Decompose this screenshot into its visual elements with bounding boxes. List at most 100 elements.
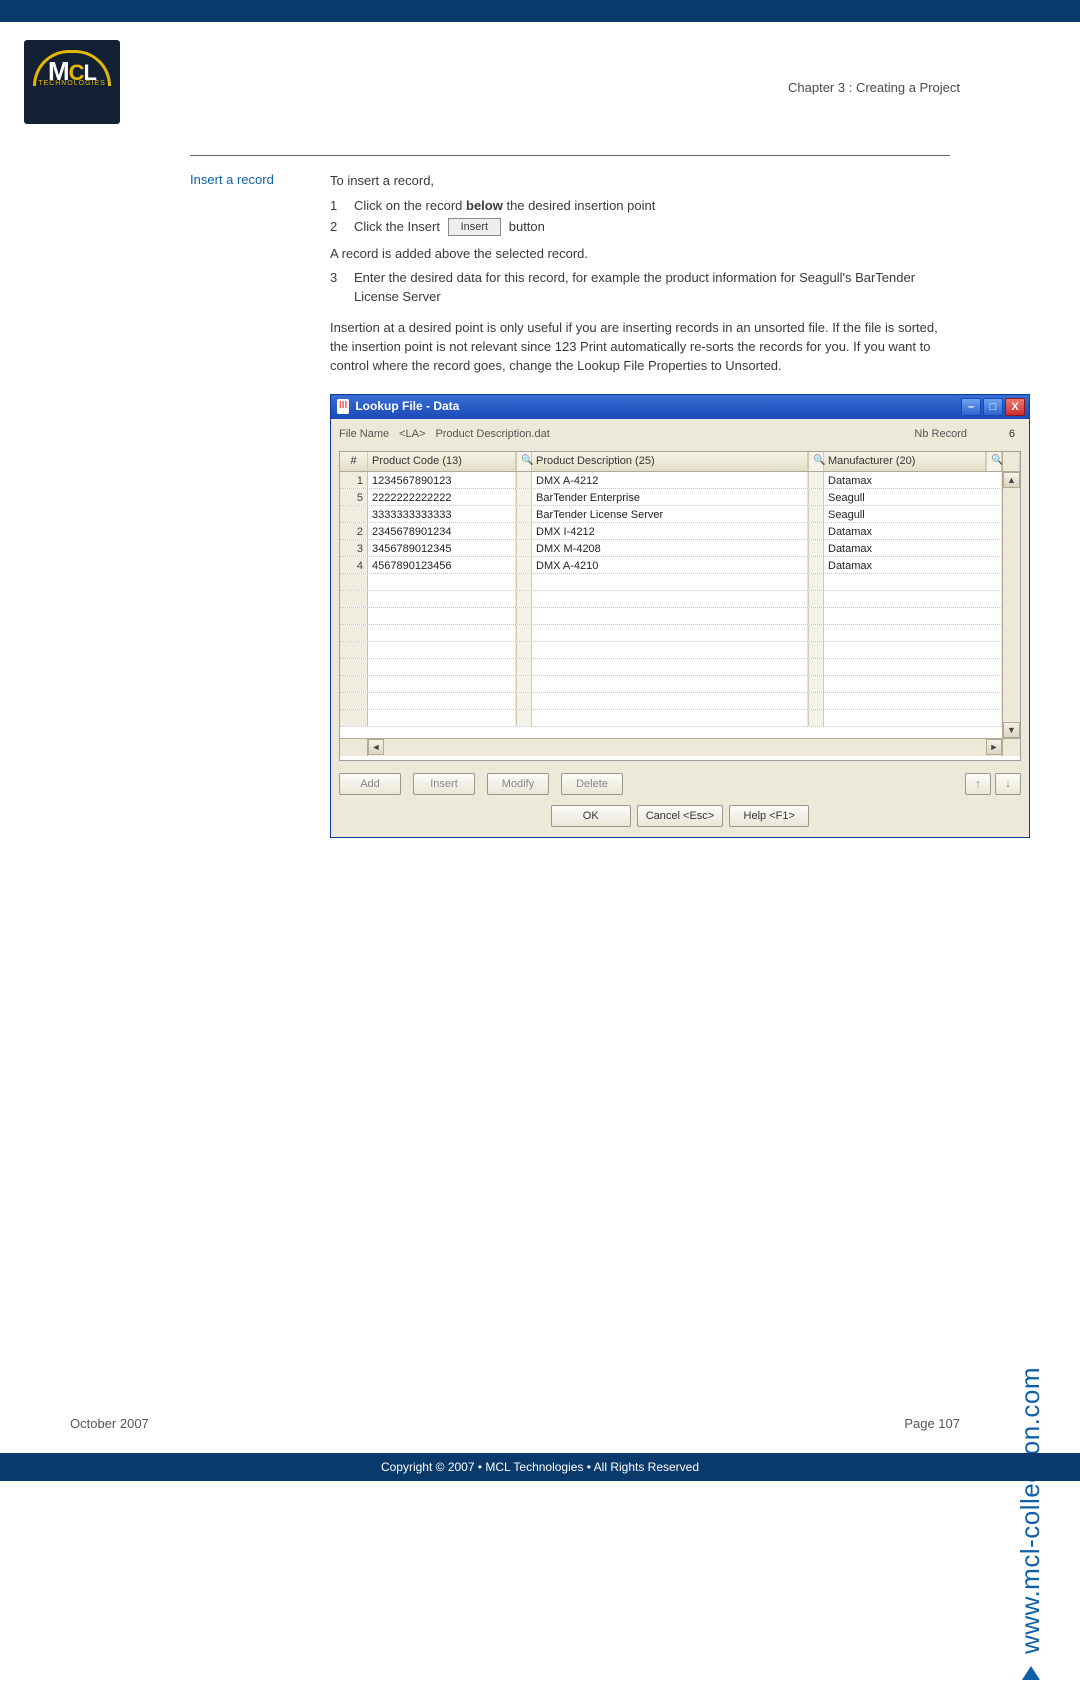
table-row[interactable]: 4 4567890123456 DMX A-4210 Datamax <box>340 557 1002 574</box>
step1-bold: below <box>466 198 503 213</box>
step-text: Click on the record below the desired in… <box>354 197 950 216</box>
table-row[interactable]: 3 3456789012345 DMX M-4208 Datamax <box>340 540 1002 557</box>
step1-a: Click on the record <box>354 198 466 213</box>
divider <box>190 155 950 156</box>
table-row[interactable]: 3333333333333 BarTender License Server S… <box>340 506 1002 523</box>
step2-b: button <box>509 219 545 234</box>
step-3: 3 Enter the desired data for this record… <box>330 269 950 307</box>
cell-man[interactable]: Datamax <box>824 557 1002 573</box>
dialog-title: Lookup File - Data <box>355 398 459 415</box>
cell-desc[interactable]: BarTender License Server <box>532 506 808 522</box>
grid-rows: 1 1234567890123 DMX A-4212 Datamax 5 222… <box>340 472 1002 738</box>
insert-button[interactable]: Insert <box>413 773 475 795</box>
intro-line: To insert a record, <box>330 172 950 191</box>
table-row <box>340 659 1002 676</box>
footer-meta: October 2007 Page 107 <box>70 1416 960 1431</box>
dialog-titlebar: III Lookup File - Data – □ X <box>331 395 1029 419</box>
delete-button[interactable]: Delete <box>561 773 623 795</box>
ok-button[interactable]: OK <box>551 805 631 827</box>
file-name-code: <LA> <box>399 427 425 443</box>
row-index: 5 <box>340 489 368 505</box>
lookup-file-dialog: III Lookup File - Data – □ X File Name <… <box>330 394 1030 838</box>
file-name-label: File Name <box>339 427 389 443</box>
cell-desc[interactable]: DMX M-4208 <box>532 540 808 556</box>
cell-desc[interactable]: DMX A-4210 <box>532 557 808 573</box>
table-row <box>340 676 1002 693</box>
close-button[interactable]: X <box>1005 398 1025 416</box>
file-info-row: File Name <LA> Product Description.dat N… <box>339 427 1021 443</box>
action-buttons-row: Add Insert Modify Delete ↑ ↓ <box>339 773 1021 795</box>
table-row <box>340 710 1002 727</box>
chapter-heading: Chapter 3 : Creating a Project <box>788 80 960 95</box>
horizontal-scrollbar[interactable]: ◄ ► <box>340 738 1020 756</box>
cell-code[interactable]: 2222222222222 <box>368 489 516 505</box>
scroll-track[interactable] <box>384 739 986 756</box>
app-icon: III <box>337 399 349 414</box>
page-top-bar <box>0 0 1080 22</box>
row-index <box>340 506 368 522</box>
cell-desc[interactable]: BarTender Enterprise <box>532 489 808 505</box>
scroll-left-icon[interactable]: ◄ <box>368 739 384 755</box>
table-row <box>340 574 1002 591</box>
scroll-corner <box>1002 452 1020 472</box>
scroll-up-icon[interactable]: ▲ <box>1003 472 1020 488</box>
step-2: 2 Click the Insert Insert button <box>330 218 950 237</box>
cell-desc[interactable]: DMX I-4212 <box>532 523 808 539</box>
scroll-down-icon[interactable]: ▼ <box>1003 722 1020 738</box>
minimize-button[interactable]: – <box>961 398 981 416</box>
window-buttons: – □ X <box>961 398 1025 416</box>
move-up-button[interactable]: ↑ <box>965 773 991 795</box>
move-down-button[interactable]: ↓ <box>995 773 1021 795</box>
row-index: 1 <box>340 472 368 488</box>
content-area: Insert a record To insert a record, 1 Cl… <box>190 155 950 838</box>
grid-body: 1 1234567890123 DMX A-4212 Datamax 5 222… <box>340 472 1020 738</box>
footer-page: Page 107 <box>904 1416 960 1431</box>
col-product-code[interactable]: Product Code (13) <box>368 452 516 472</box>
table-row[interactable]: 2 2345678901234 DMX I-4212 Datamax <box>340 523 1002 540</box>
col-manufacturer[interactable]: Manufacturer (20) <box>824 452 986 472</box>
table-row <box>340 642 1002 659</box>
row-index: 4 <box>340 557 368 573</box>
cell-man[interactable]: Seagull <box>824 489 1002 505</box>
cell-code[interactable]: 1234567890123 <box>368 472 516 488</box>
row-index: 3 <box>340 540 368 556</box>
cell-man[interactable]: Datamax <box>824 472 1002 488</box>
mcl-logo: MCL TECHNOLOGIES <box>24 40 120 124</box>
cell-man[interactable]: Datamax <box>824 540 1002 556</box>
search-icon[interactable]: 🔍 <box>808 452 824 472</box>
data-grid: # Product Code (13) 🔍 Product Descriptio… <box>339 451 1021 761</box>
scroll-track[interactable] <box>1003 488 1020 722</box>
footer-date: October 2007 <box>70 1416 149 1431</box>
cell-code[interactable]: 4567890123456 <box>368 557 516 573</box>
nb-record-value: 6 <box>981 427 1021 443</box>
note-paragraph: Insertion at a desired point is only use… <box>330 319 950 376</box>
url-text: www.mcl-collection.com <box>1015 1367 1046 1654</box>
cell-desc[interactable]: DMX A-4212 <box>532 472 808 488</box>
search-icon[interactable]: 🔍 <box>516 452 532 472</box>
dialog-body: File Name <LA> Product Description.dat N… <box>331 419 1029 837</box>
vertical-scrollbar[interactable]: ▲ ▼ <box>1002 472 1020 738</box>
step-number: 2 <box>330 218 354 237</box>
cell-code[interactable]: 3333333333333 <box>368 506 516 522</box>
col-index[interactable]: # <box>340 452 368 472</box>
step2-a: Click the Insert <box>354 219 444 234</box>
scroll-right-icon[interactable]: ► <box>986 739 1002 755</box>
add-button[interactable]: Add <box>339 773 401 795</box>
website-url: www.mcl-collection.com <box>1015 1367 1046 1682</box>
step-text: Click the Insert Insert button <box>354 218 950 237</box>
cancel-button[interactable]: Cancel <Esc> <box>637 805 723 827</box>
table-row <box>340 608 1002 625</box>
table-row[interactable]: 1 1234567890123 DMX A-4212 Datamax <box>340 472 1002 489</box>
cell-man[interactable]: Seagull <box>824 506 1002 522</box>
col-product-description[interactable]: Product Description (25) <box>532 452 808 472</box>
cell-code[interactable]: 2345678901234 <box>368 523 516 539</box>
cell-man[interactable]: Datamax <box>824 523 1002 539</box>
modify-button[interactable]: Modify <box>487 773 549 795</box>
help-button[interactable]: Help <F1> <box>729 805 809 827</box>
section-label: Insert a record <box>190 172 310 187</box>
step-number: 3 <box>330 269 354 307</box>
cell-code[interactable]: 3456789012345 <box>368 540 516 556</box>
table-row[interactable]: 5 2222222222222 BarTender Enterprise Sea… <box>340 489 1002 506</box>
maximize-button[interactable]: □ <box>983 398 1003 416</box>
search-icon[interactable]: 🔍 <box>986 452 1002 472</box>
